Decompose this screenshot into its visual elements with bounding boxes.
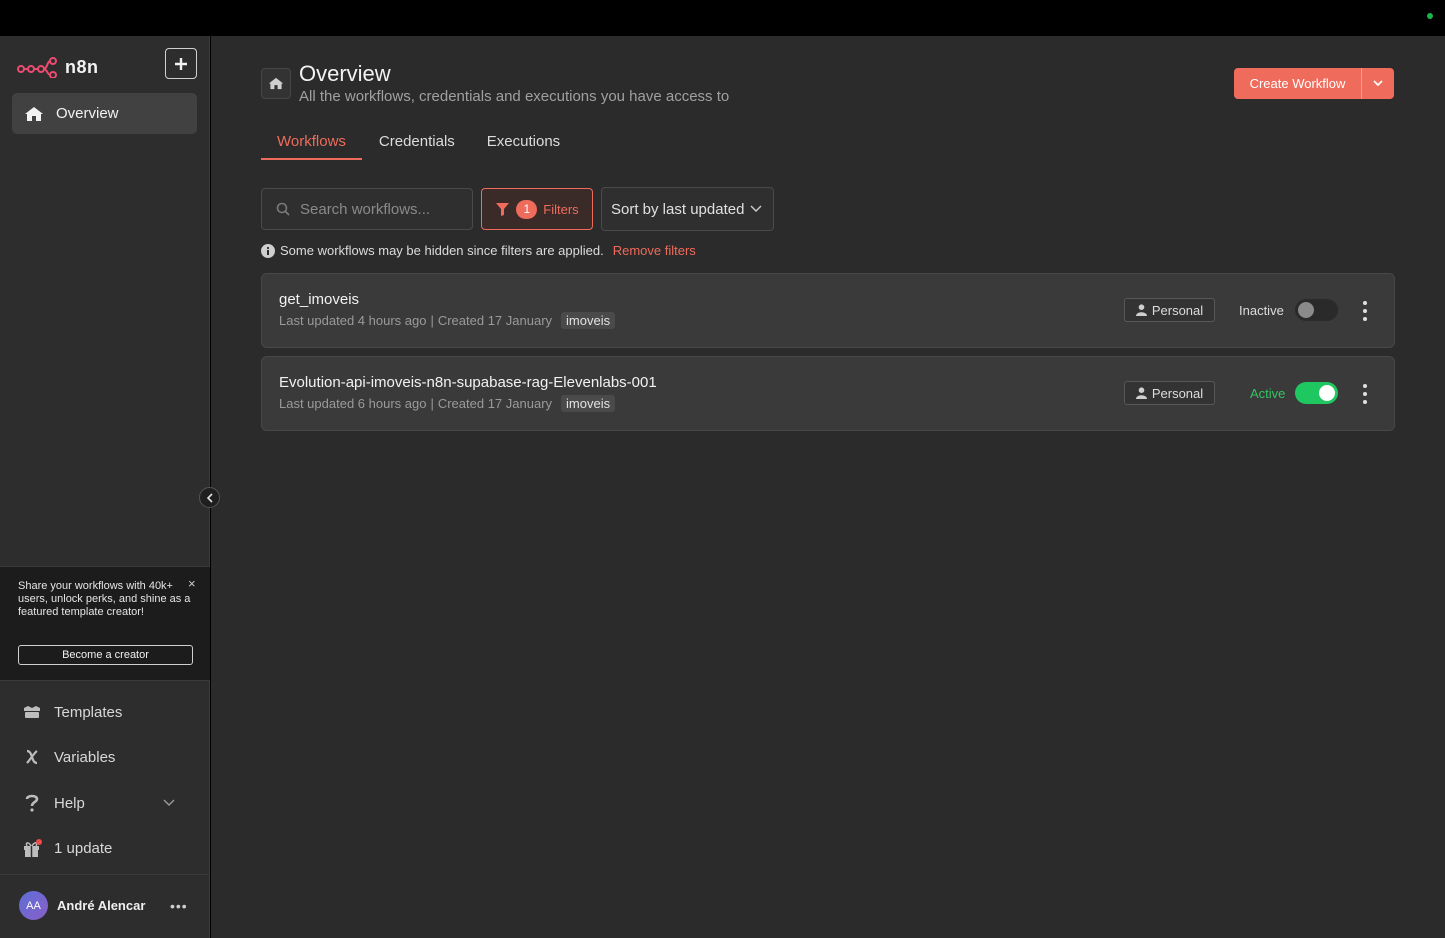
workflow-card[interactable]: Evolution-api-imoveis-n8n-supabase-rag-E… bbox=[261, 356, 1395, 431]
tab-executions[interactable]: Executions bbox=[471, 133, 576, 160]
toggle-knob bbox=[1319, 385, 1335, 401]
sidebar: n8n Overview Share your workflows with 4… bbox=[0, 36, 220, 938]
chevron-down-icon bbox=[1373, 80, 1383, 87]
sidebar-item-label: Variables bbox=[54, 748, 116, 766]
templates-icon bbox=[22, 702, 42, 722]
status-label: Active bbox=[1250, 386, 1286, 401]
user-menu[interactable]: AA André Alencar bbox=[19, 891, 145, 920]
filters-notice: Some workflows may be hidden since filte… bbox=[261, 243, 696, 258]
filter-icon bbox=[496, 202, 510, 216]
activate-toggle[interactable] bbox=[1295, 299, 1338, 321]
sidebar-item-label: Templates bbox=[54, 703, 123, 721]
create-workflow-button[interactable]: Create Workflow bbox=[1234, 68, 1362, 99]
chevron-left-icon bbox=[206, 492, 213, 503]
workflow-card[interactable]: get_imoveis Last updated 4 hours ago | C… bbox=[261, 273, 1395, 348]
owner-label: Personal bbox=[1151, 302, 1204, 318]
user-icon bbox=[1135, 304, 1147, 316]
user-icon bbox=[1135, 387, 1147, 399]
tabs: Workflows Credentials Executions bbox=[261, 133, 576, 160]
sidebar-item-label: Help bbox=[54, 794, 85, 812]
become-creator-button[interactable]: Become a creator bbox=[18, 645, 193, 665]
create-workflow-group: Create Workflow bbox=[1234, 68, 1394, 99]
page-subtitle: All the workflows, credentials and execu… bbox=[299, 88, 730, 105]
owner-badge: Personal bbox=[1124, 381, 1215, 405]
plus-icon bbox=[175, 57, 187, 70]
owner-badge: Personal bbox=[1124, 298, 1215, 322]
avatar: AA bbox=[19, 891, 48, 920]
collapse-sidebar-button[interactable] bbox=[199, 487, 220, 508]
help-icon bbox=[22, 793, 42, 813]
user-name: André Alencar bbox=[57, 898, 146, 913]
sort-label: Sort by last updated bbox=[611, 200, 745, 218]
sidebar-item-templates[interactable]: Templates bbox=[22, 702, 182, 722]
logo-text: n8n bbox=[65, 56, 99, 77]
status-label: Inactive bbox=[1239, 303, 1284, 318]
close-icon[interactable]: × bbox=[188, 576, 196, 591]
workflow-meta: Last updated 4 hours ago | Created 17 Ja… bbox=[279, 312, 616, 329]
info-icon bbox=[261, 243, 275, 258]
chevron-down-icon bbox=[750, 205, 762, 212]
sidebar-item-variables[interactable]: Variables bbox=[22, 747, 182, 767]
more-options-button[interactable] bbox=[1358, 384, 1372, 404]
sidebar-item-overview[interactable]: Overview bbox=[12, 93, 197, 134]
search-input[interactable] bbox=[300, 200, 460, 218]
activate-toggle[interactable] bbox=[1295, 382, 1338, 404]
last-updated: Last updated 6 hours ago bbox=[279, 396, 427, 411]
main-content: Overview All the workflows, credentials … bbox=[211, 36, 1445, 938]
meta-separator: | bbox=[430, 396, 434, 411]
sidebar-item-label: 1 update bbox=[54, 839, 113, 857]
creator-promo-banner: Share your workflows with 40k+ users, un… bbox=[0, 566, 210, 681]
n8n-logo-icon bbox=[17, 57, 57, 78]
toggle-knob bbox=[1298, 302, 1314, 318]
sort-select[interactable]: Sort by last updated bbox=[601, 187, 774, 231]
notice-text: Some workflows may be hidden since filte… bbox=[280, 243, 604, 258]
workflow-name[interactable]: get_imoveis bbox=[279, 291, 359, 308]
sidebar-item-help[interactable]: Help bbox=[22, 793, 182, 813]
status-dot bbox=[1427, 13, 1433, 19]
window-top-bar bbox=[0, 0, 1445, 36]
gift-icon bbox=[22, 838, 42, 858]
filters-label: Filters bbox=[543, 201, 579, 217]
sidebar-item-label: Overview bbox=[56, 105, 119, 122]
meta-separator: | bbox=[430, 313, 434, 328]
workflow-name[interactable]: Evolution-api-imoveis-n8n-supabase-rag-E… bbox=[279, 374, 657, 391]
sidebar-item-updates[interactable]: 1 update bbox=[22, 838, 182, 858]
promo-text: Share your workflows with 40k+ users, un… bbox=[18, 580, 191, 618]
owner-label: Personal bbox=[1151, 385, 1204, 401]
variables-icon bbox=[22, 747, 42, 767]
filters-button[interactable]: 1 Filters bbox=[481, 188, 593, 230]
tab-credentials[interactable]: Credentials bbox=[362, 133, 471, 160]
last-updated: Last updated 4 hours ago bbox=[279, 313, 427, 328]
remove-filters-link[interactable]: Remove filters bbox=[613, 243, 696, 258]
tab-workflows[interactable]: Workflows bbox=[261, 133, 362, 160]
add-button[interactable] bbox=[165, 48, 197, 79]
workflow-tag[interactable]: imoveis bbox=[561, 312, 616, 329]
create-options-dropdown[interactable] bbox=[1362, 68, 1394, 99]
workflow-tag[interactable]: imoveis bbox=[561, 395, 616, 412]
page-title: Overview bbox=[299, 61, 391, 86]
home-icon bbox=[25, 106, 43, 121]
home-icon bbox=[268, 77, 284, 90]
chevron-down-icon[interactable] bbox=[163, 799, 175, 807]
home-icon-box bbox=[261, 68, 291, 99]
created-date: Created 17 January bbox=[437, 396, 553, 411]
search-icon bbox=[276, 202, 290, 216]
sidebar-divider bbox=[0, 874, 210, 875]
search-box bbox=[261, 188, 473, 230]
user-more-button[interactable]: ••• bbox=[170, 898, 188, 914]
workflow-meta: Last updated 6 hours ago | Created 17 Ja… bbox=[279, 395, 616, 412]
filter-count-badge: 1 bbox=[516, 199, 538, 219]
n8n-logo[interactable]: n8n bbox=[17, 56, 99, 78]
created-date: Created 17 January bbox=[437, 313, 553, 328]
more-options-button[interactable] bbox=[1358, 301, 1372, 321]
